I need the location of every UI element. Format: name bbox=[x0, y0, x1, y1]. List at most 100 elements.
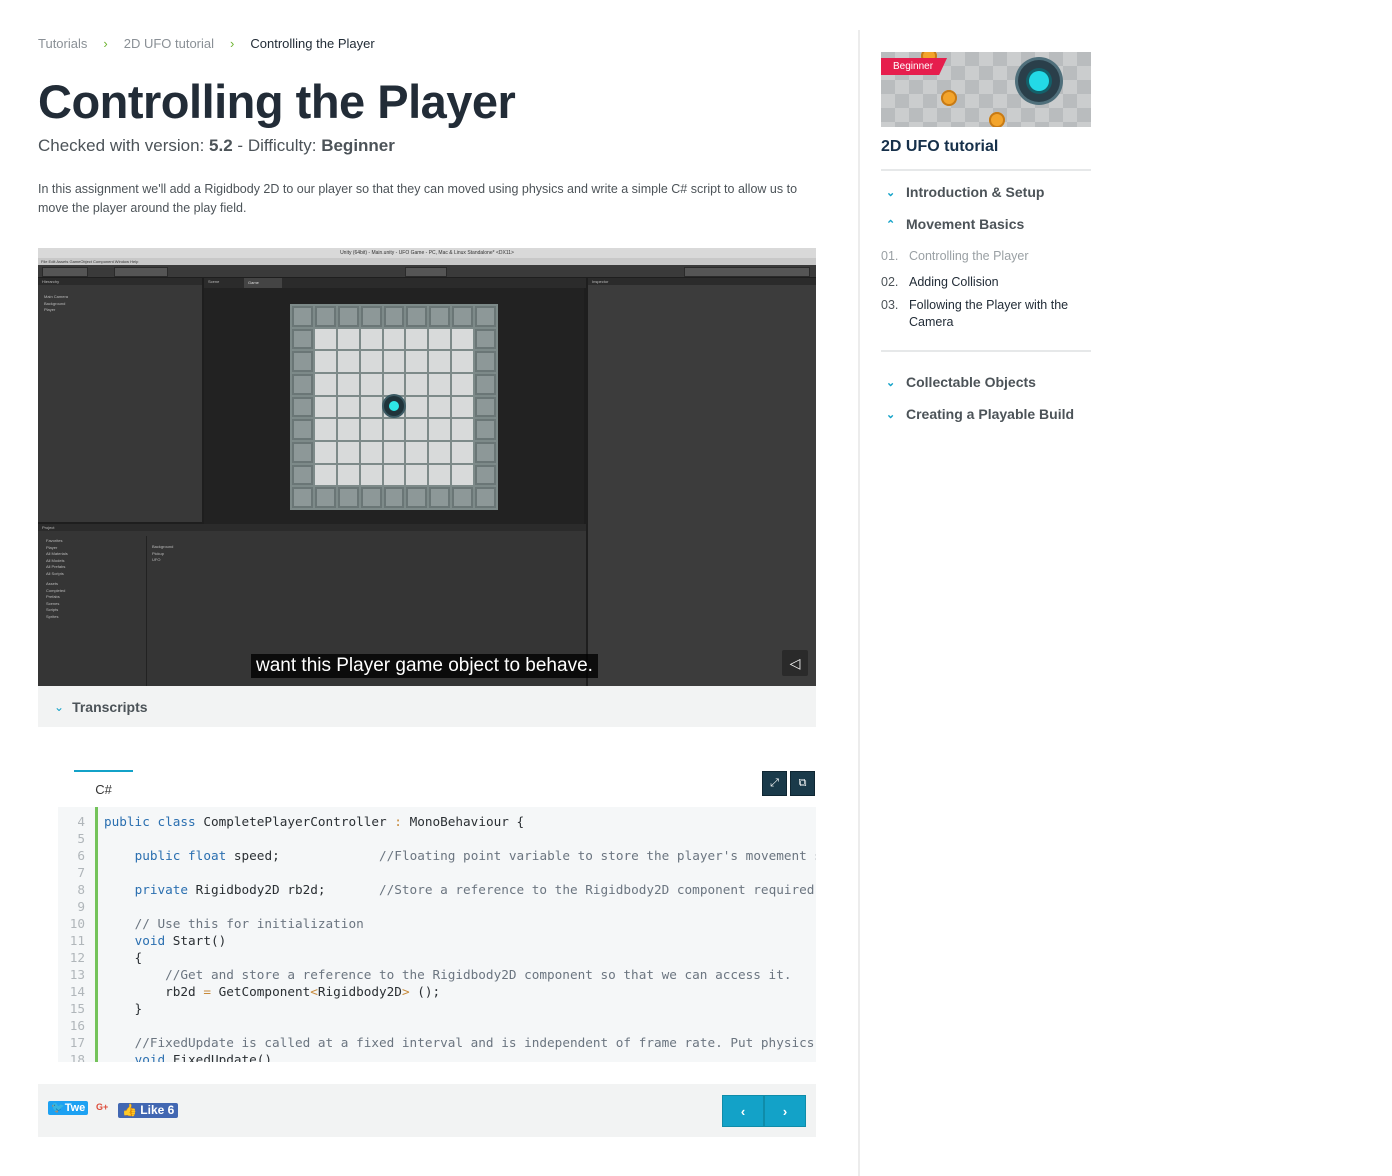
scene-game-tabs: Scene Game bbox=[204, 278, 586, 288]
board-tile bbox=[314, 396, 336, 418]
gplus-button[interactable]: G+ bbox=[96, 1102, 108, 1112]
board-tile bbox=[475, 419, 496, 440]
code-line: 6 public float speed; //Floating point v… bbox=[58, 847, 816, 864]
hierarchy-panel: Hierarchy Main Camera Background Player bbox=[38, 278, 202, 522]
code-block[interactable]: 4 public class CompletePlayerController :… bbox=[58, 807, 816, 1062]
code-token: CompletePlayerController bbox=[203, 814, 395, 829]
board-tile bbox=[429, 487, 451, 508]
lesson-label: Following the Player with the Camera bbox=[909, 298, 1069, 329]
board-tile bbox=[429, 441, 451, 463]
video-player[interactable]: Unity (64bit) - Main.unity - UFO Game - … bbox=[38, 248, 816, 686]
board-tile bbox=[383, 419, 405, 440]
divider bbox=[881, 350, 1091, 352]
board-tile bbox=[429, 419, 451, 440]
inspector-panel: Inspector bbox=[588, 278, 816, 686]
copy-icon: ⧉ bbox=[798, 777, 807, 789]
line-number: 8 bbox=[77, 882, 85, 897]
board-tile bbox=[475, 328, 496, 350]
board-tile bbox=[475, 306, 496, 327]
line-number: 14 bbox=[69, 984, 85, 999]
board-tile bbox=[292, 306, 313, 327]
chevron-right-icon: › bbox=[782, 1103, 788, 1119]
tutorial-thumbnail[interactable]: Beginner bbox=[881, 52, 1091, 127]
tweet-label: Twe bbox=[64, 1102, 86, 1114]
board-tile bbox=[360, 306, 382, 327]
code-token: speed; bbox=[233, 848, 380, 863]
code-token: Start() bbox=[172, 933, 227, 948]
code-token: MonoBehaviour { bbox=[409, 814, 525, 829]
like-label: Like 6 bbox=[140, 1103, 175, 1117]
lesson-item-adding-collision[interactable]: 02. Adding Collision bbox=[881, 274, 1086, 291]
board-tile bbox=[406, 306, 428, 327]
lesson-number: 03. bbox=[881, 298, 899, 312]
play-controls bbox=[405, 267, 447, 277]
tree-item: UFO bbox=[152, 557, 161, 562]
unity-logo-icon: ◁ bbox=[782, 650, 808, 676]
code-line: 9 bbox=[58, 898, 104, 915]
board-tile bbox=[292, 419, 313, 440]
chevron-down-icon: ⌄ bbox=[54, 699, 65, 714]
section-movement-basics[interactable]: ⌃ Movement Basics bbox=[886, 216, 1024, 232]
copy-button[interactable]: ⧉ bbox=[790, 771, 815, 796]
next-button[interactable]: › bbox=[764, 1095, 806, 1127]
video-window-title: Unity (64bit) - Main.unity - UFO Game - … bbox=[38, 248, 816, 258]
page-title: Controlling the Player bbox=[38, 75, 516, 128]
transcripts-toggle[interactable]: ⌄ Transcripts bbox=[38, 686, 816, 727]
line-number: 11 bbox=[69, 933, 85, 948]
hierarchy-label: Hierarchy bbox=[38, 278, 202, 285]
lesson-item-following-camera[interactable]: 03. Following the Player with the Camera bbox=[881, 297, 1086, 331]
section-label: Movement Basics bbox=[906, 216, 1025, 232]
board-tile bbox=[337, 351, 359, 372]
section-creating-playable-build[interactable]: ⌄ Creating a Playable Build bbox=[886, 406, 1074, 422]
board-tile bbox=[475, 464, 496, 486]
tool-buttons bbox=[42, 267, 88, 277]
column-divider bbox=[858, 30, 860, 1176]
code-line: 17 //FixedUpdate is called at a fixed in… bbox=[58, 1034, 816, 1051]
code-token: float bbox=[188, 848, 234, 863]
version-value: 5.2 bbox=[209, 136, 233, 155]
board-tile bbox=[429, 373, 451, 395]
expand-icon: ⤢ bbox=[770, 777, 779, 789]
section-collectable-objects[interactable]: ⌄ Collectable Objects bbox=[886, 374, 1036, 390]
tree-item: All Prefabs bbox=[46, 564, 66, 569]
code-token: //FixedUpdate is called at a fixed inter… bbox=[134, 1035, 815, 1050]
board-tile bbox=[314, 419, 336, 440]
sidebar-tutorial-title[interactable]: 2D UFO tutorial bbox=[881, 138, 998, 156]
expand-button[interactable]: ⤢ bbox=[762, 771, 787, 796]
breadcrumb-tutorials[interactable]: Tutorials bbox=[38, 36, 87, 51]
section-label: Introduction & Setup bbox=[906, 184, 1045, 200]
board-tile bbox=[429, 306, 451, 327]
tab-csharp[interactable]: C# bbox=[74, 770, 133, 806]
board-tile bbox=[475, 351, 496, 372]
lesson-label: Controlling the Player bbox=[909, 249, 1029, 263]
section-label: Collectable Objects bbox=[906, 374, 1036, 390]
section-introduction-setup[interactable]: ⌄ Introduction & Setup bbox=[886, 184, 1044, 200]
board-tile bbox=[314, 464, 336, 486]
pivot-buttons bbox=[114, 267, 168, 277]
board-tile bbox=[383, 464, 405, 486]
facebook-like-button[interactable]: 👍 Like 6 bbox=[118, 1103, 179, 1118]
board-tile bbox=[475, 396, 496, 418]
code-line: 15 } bbox=[58, 1000, 142, 1017]
board-tile bbox=[383, 487, 405, 508]
project-label: Project bbox=[38, 524, 586, 531]
tree-item: All Materials bbox=[46, 551, 68, 556]
board-tile bbox=[314, 351, 336, 372]
pickup-coin bbox=[989, 112, 1005, 127]
tweet-button[interactable]: 🐦Twe bbox=[48, 1101, 89, 1115]
layers-layout bbox=[684, 267, 810, 277]
lesson-item-controlling-the-player[interactable]: 01. Controlling the Player bbox=[881, 248, 1086, 265]
code-line: 4 public class CompletePlayerController :… bbox=[58, 813, 524, 830]
breadcrumb-2d-ufo-tutorial[interactable]: 2D UFO tutorial bbox=[124, 36, 214, 51]
board-tile bbox=[337, 464, 359, 486]
board-tile bbox=[452, 306, 474, 327]
code-token: (); bbox=[417, 984, 441, 999]
board-tile bbox=[360, 351, 382, 372]
previous-button[interactable]: ‹ bbox=[722, 1095, 764, 1127]
ufo-image bbox=[1018, 60, 1060, 102]
code-token: = bbox=[203, 984, 219, 999]
tree-item: Sprites bbox=[46, 613, 59, 619]
board-tile bbox=[475, 487, 496, 508]
